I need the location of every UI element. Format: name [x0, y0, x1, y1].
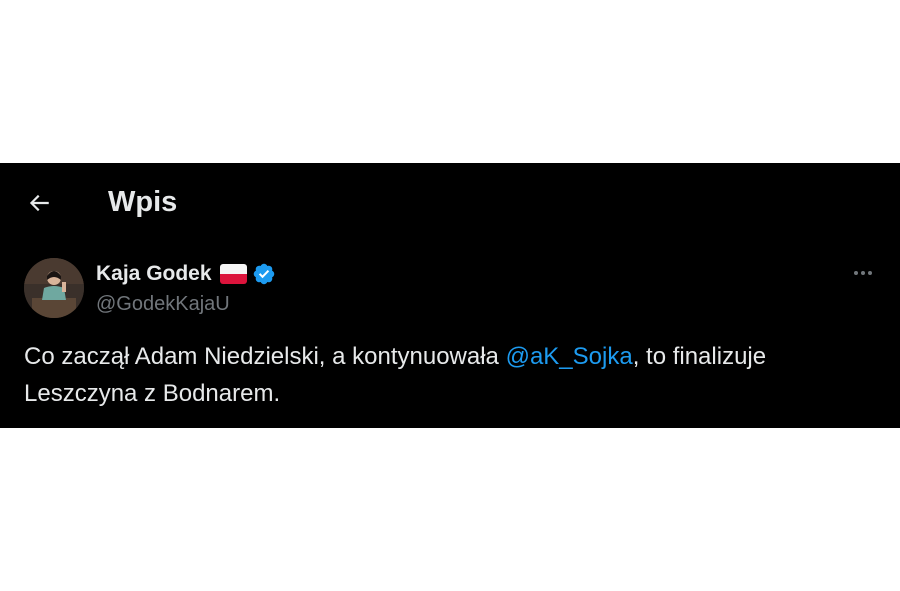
- author-display-name[interactable]: Kaja Godek: [96, 260, 212, 288]
- post-text-part1: Co zaczął Adam Niedzielski, a kontynuowa…: [24, 343, 506, 370]
- verified-badge-icon[interactable]: [252, 262, 276, 286]
- post-panel: Wpis Kaja Godek @GodekKajaU Co zaczął Ad…: [0, 163, 900, 428]
- mention-link[interactable]: @aK_Sojka: [506, 343, 633, 370]
- author-handle[interactable]: @GodekKajaU: [96, 291, 230, 317]
- poland-flag-icon: [219, 264, 247, 284]
- avatar[interactable]: [24, 258, 84, 318]
- more-horizontal-icon: [854, 271, 872, 275]
- more-options-button[interactable]: [846, 259, 880, 287]
- back-button[interactable]: [18, 182, 60, 224]
- author-name-row: Kaja Godek: [96, 260, 276, 288]
- header: Wpis: [0, 163, 900, 238]
- page-title: Wpis: [108, 186, 178, 218]
- avatar-image: [24, 258, 84, 318]
- arrow-left-icon: [29, 194, 49, 212]
- post-text: Co zaczął Adam Niedzielski, a kontynuowa…: [24, 338, 884, 412]
